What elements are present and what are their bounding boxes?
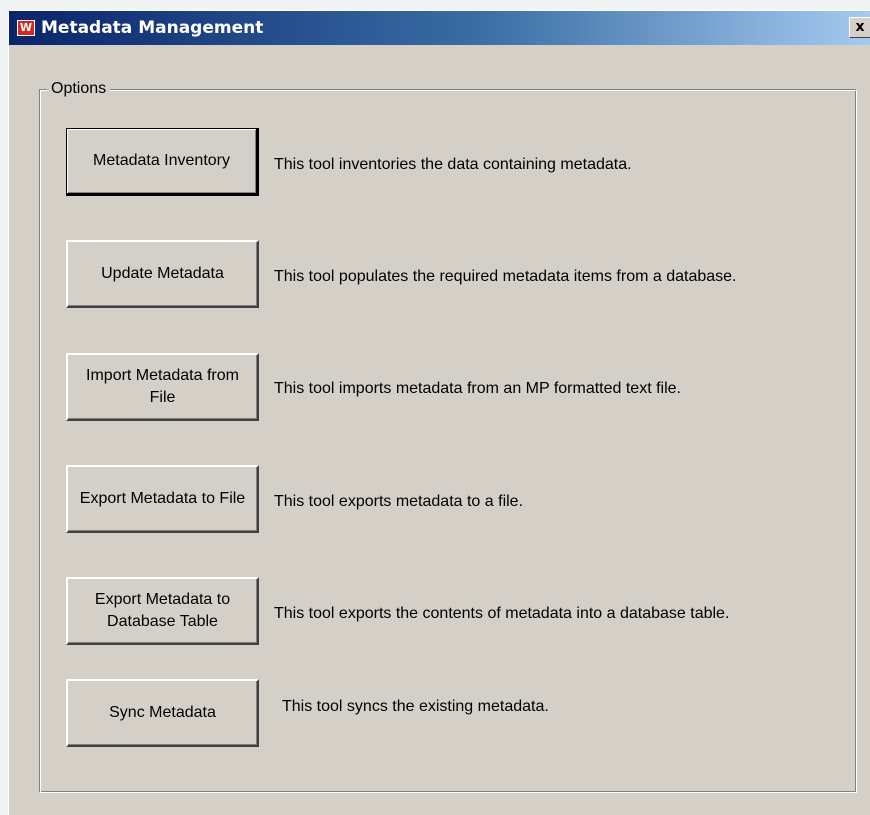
metadata-management-dialog: W Metadata Management x Options Metadata… — [8, 10, 870, 815]
sync-metadata-button[interactable]: Sync Metadata — [66, 679, 259, 747]
export-metadata-to-database-table-button[interactable]: Export Metadata to Database Table — [66, 577, 259, 645]
update-metadata-button[interactable]: Update Metadata — [66, 240, 259, 308]
title-bar[interactable]: W Metadata Management x — [9, 11, 870, 45]
export-metadata-to-file-button[interactable]: Export Metadata to File — [66, 465, 259, 533]
import-metadata-from-file-button[interactable]: Import Metadata from File — [66, 353, 259, 421]
close-button[interactable]: x — [849, 17, 870, 38]
app-icon: W — [17, 20, 35, 36]
window-title: Metadata Management — [41, 18, 264, 38]
options-group-label: Options — [47, 79, 111, 99]
metadata-inventory-button[interactable]: Metadata Inventory — [66, 128, 259, 196]
sync-metadata-description: This tool syncs the existing metadata. — [282, 698, 549, 715]
export-metadata-file-description: This tool exports metadata to a file. — [274, 493, 524, 510]
update-metadata-description: This tool populates the required metadat… — [274, 268, 737, 285]
export-metadata-table-description: This tool exports the contents of metada… — [274, 605, 730, 622]
import-metadata-description: This tool imports metadata from an MP fo… — [274, 380, 681, 397]
metadata-inventory-description: This tool inventories the data containin… — [274, 156, 632, 173]
